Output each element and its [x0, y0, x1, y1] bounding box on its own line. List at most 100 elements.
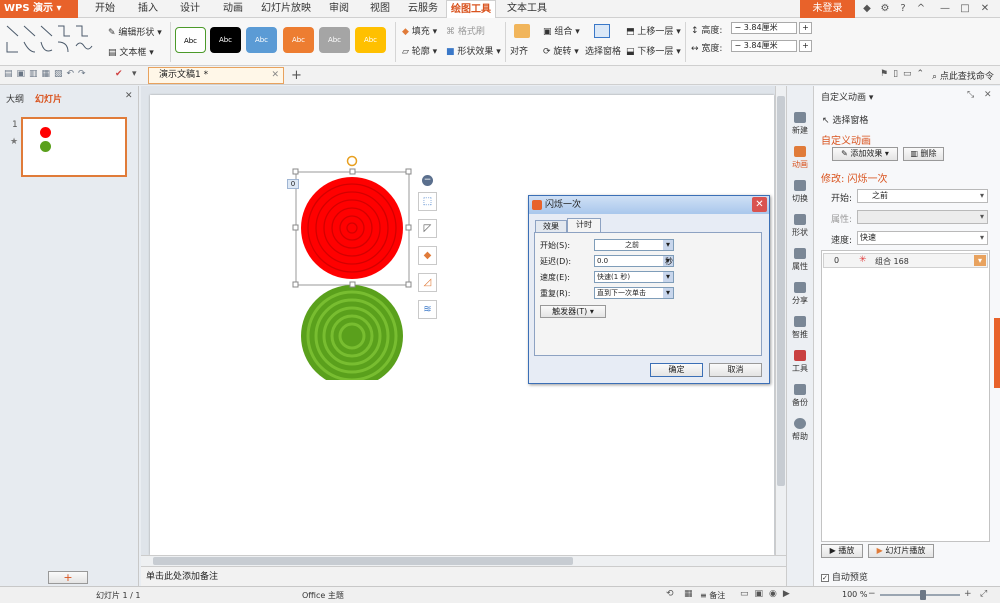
- notes-toggle[interactable]: ≡ 备注: [700, 590, 725, 601]
- select-pane-link[interactable]: ↖ 选择窗格: [822, 113, 868, 126]
- tab-drawing-tools[interactable]: 绘图工具: [446, 0, 496, 18]
- slideshow-button[interactable]: ▶ 幻灯片播放: [868, 544, 934, 558]
- selection-pane-button[interactable]: 选择窗格: [585, 44, 621, 57]
- side-tool-new[interactable]: 新建: [786, 112, 814, 136]
- pin-icon[interactable]: ⤡: [967, 90, 974, 100]
- tab-insert[interactable]: 插入: [133, 0, 163, 18]
- side-tool-property[interactable]: 属性: [786, 248, 814, 272]
- tab-slides[interactable]: 幻灯片: [35, 92, 62, 105]
- edit-shape-icon[interactable]: ◸: [418, 219, 437, 238]
- vertical-scrollbar[interactable]: [775, 86, 786, 555]
- width-input[interactable]: − 3.84厘米: [731, 40, 797, 52]
- delay-input[interactable]: 0.0: [594, 255, 674, 267]
- dialog-close-button[interactable]: ✕: [752, 197, 767, 212]
- view-icons[interactable]: ⚑▯▭⌃: [880, 69, 929, 79]
- height-increase-button[interactable]: +: [799, 22, 812, 34]
- close-tab-icon[interactable]: ✕: [271, 68, 279, 83]
- horizontal-scroll-thumb[interactable]: [153, 557, 573, 565]
- zoom-out-icon[interactable]: −: [868, 589, 876, 599]
- vertical-scroll-thumb[interactable]: [777, 96, 785, 486]
- minimize-icon[interactable]: —: [938, 2, 952, 16]
- sorter-icon[interactable]: ▦: [684, 589, 693, 599]
- selection-pane-icon[interactable]: [594, 24, 610, 38]
- start-select-right[interactable]: 之前: [857, 189, 988, 203]
- align-icon[interactable]: [514, 24, 530, 38]
- tab-animation[interactable]: 动画: [218, 0, 248, 18]
- format-painter-quick-icon[interactable]: ✔: [115, 69, 123, 79]
- ok-button[interactable]: 确定: [650, 363, 703, 377]
- delete-button[interactable]: ▥ 删除: [903, 147, 944, 161]
- play-button[interactable]: ▶ 播放: [821, 544, 863, 558]
- shape-effect-button[interactable]: ■ 形状效果 ▾: [446, 44, 501, 57]
- width-increase-button[interactable]: +: [799, 40, 812, 52]
- document-tab[interactable]: 演示文稿1 * ✕: [148, 67, 284, 84]
- red-circle[interactable]: [301, 177, 403, 279]
- style-swatch-6[interactable]: Abc: [355, 27, 386, 53]
- zoom-in-icon[interactable]: +: [964, 589, 972, 599]
- side-tool-transition[interactable]: 切换: [786, 180, 814, 204]
- side-tool-backup[interactable]: 备份: [786, 384, 814, 408]
- textbox-button[interactable]: ▤ 文本框 ▾: [108, 45, 154, 58]
- help-icon[interactable]: ?: [896, 2, 910, 16]
- animation-list[interactable]: [821, 250, 990, 542]
- style-swatch-5[interactable]: Abc: [319, 27, 350, 53]
- tab-design[interactable]: 设计: [175, 0, 205, 18]
- tab-timing[interactable]: 计时: [567, 218, 601, 233]
- traffic-light-shapes[interactable]: [290, 155, 420, 380]
- restore-icon[interactable]: ⟲: [666, 589, 674, 599]
- view-mode-icons[interactable]: ▭▣◉▶: [740, 589, 796, 599]
- panel-title[interactable]: 自定义动画 ▾: [821, 90, 873, 103]
- autopreview-checkbox[interactable]: ✓ 自动预览: [821, 570, 868, 583]
- repeat-select[interactable]: 直到下一次单击: [594, 287, 674, 299]
- item-dropdown-icon[interactable]: ▾: [974, 255, 986, 266]
- app-menu-button[interactable]: WPS 演示 ▾: [0, 0, 78, 18]
- line-shape-gallery[interactable]: [4, 22, 94, 58]
- style-swatch-4[interactable]: Abc: [283, 27, 314, 53]
- collapse-toolbar-icon[interactable]: −: [422, 175, 433, 186]
- close-icon[interactable]: ✕: [978, 2, 992, 16]
- layers-icon[interactable]: ≋: [418, 300, 437, 319]
- tab-home[interactable]: 开始: [90, 0, 120, 18]
- quick-access-icons[interactable]: ▤▣▥▦▧↶↷: [4, 69, 90, 79]
- tab-slideshow[interactable]: 幻灯片放映: [258, 0, 314, 18]
- rotate-button[interactable]: ⟳ 旋转 ▾: [543, 44, 579, 57]
- green-circle[interactable]: [301, 285, 403, 380]
- horizontal-scrollbar[interactable]: [141, 555, 786, 566]
- find-command-input[interactable]: ⌕ 点此查找命令: [932, 69, 994, 82]
- height-input[interactable]: − 3.84厘米: [731, 22, 797, 34]
- tab-outline[interactable]: 大纲: [6, 92, 24, 105]
- cancel-button[interactable]: 取消: [709, 363, 762, 377]
- tab-text-tools[interactable]: 文本工具: [504, 0, 550, 18]
- start-select[interactable]: 之前: [594, 239, 674, 251]
- skin-icon[interactable]: ◆: [860, 2, 874, 16]
- outline-button[interactable]: ▱ 轮廓 ▾: [402, 44, 437, 57]
- panel-resize-handle[interactable]: [994, 318, 1000, 388]
- notes-area[interactable]: 单击此处添加备注: [141, 566, 786, 586]
- edit-shape-button[interactable]: ✎ 编辑形状 ▾: [108, 25, 162, 38]
- speed-select[interactable]: 快速(1 秒): [594, 271, 674, 283]
- side-tool-smart[interactable]: 智推: [786, 316, 814, 340]
- close-panel-right-icon[interactable]: ✕: [984, 90, 992, 100]
- collapse-icon[interactable]: ^: [914, 2, 928, 16]
- more-quick-icon[interactable]: ▾: [132, 69, 137, 79]
- send-backward-button[interactable]: ⬓ 下移一层 ▾: [626, 44, 681, 57]
- add-effect-button[interactable]: ✎ 添加效果 ▾: [832, 147, 898, 161]
- group-button[interactable]: ▣ 组合 ▾: [543, 24, 580, 37]
- side-tool-shape[interactable]: 形状: [786, 214, 814, 238]
- side-tool-tools[interactable]: 工具: [786, 350, 814, 374]
- zoom-slider-thumb[interactable]: [920, 590, 926, 600]
- add-slide-button[interactable]: +: [48, 571, 88, 584]
- maximize-icon[interactable]: □: [958, 2, 972, 16]
- style-swatch-1[interactable]: Abc: [175, 27, 206, 53]
- align-button[interactable]: 对齐: [510, 44, 528, 57]
- side-tool-help[interactable]: 帮助: [786, 418, 814, 442]
- fill-button[interactable]: ◆ 填充 ▾: [402, 24, 437, 37]
- tab-cloud[interactable]: 云服务: [405, 0, 441, 18]
- bring-forward-button[interactable]: ⬒ 上移一层 ▾: [626, 24, 681, 37]
- trigger-button[interactable]: 触发器(T) ▾: [540, 305, 606, 318]
- fit-window-icon[interactable]: ⤢: [980, 589, 987, 599]
- fill-bucket-icon[interactable]: ◆: [418, 246, 437, 265]
- side-tool-animation[interactable]: 动画: [786, 146, 814, 170]
- format-painter-button[interactable]: ⌘ 格式刷: [446, 24, 485, 37]
- tab-view[interactable]: 视图: [365, 0, 395, 18]
